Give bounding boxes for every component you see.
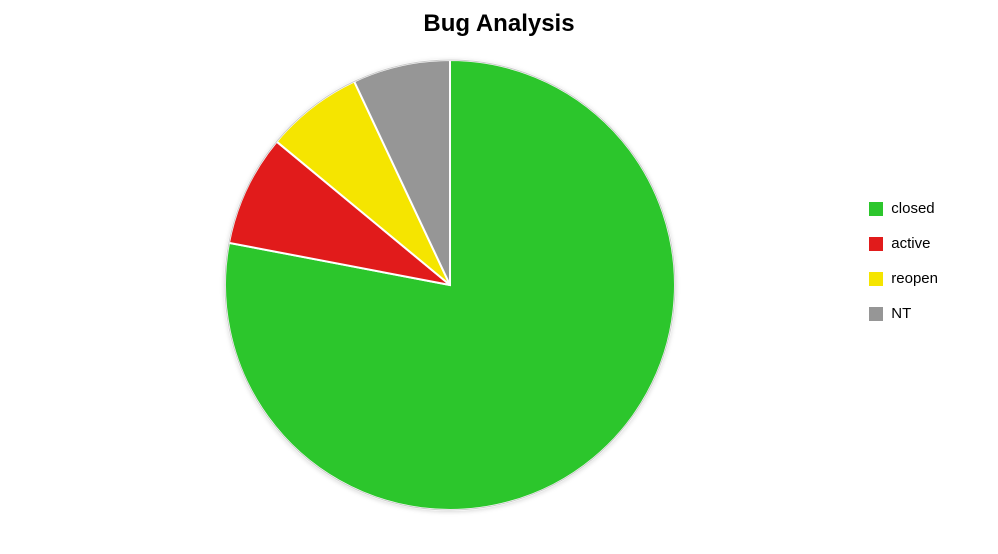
legend-swatch-nt	[869, 307, 883, 321]
legend-swatch-active	[869, 237, 883, 251]
pie-chart	[220, 55, 680, 515]
legend-swatch-reopen	[869, 272, 883, 286]
legend-label-nt: NT	[891, 305, 911, 322]
legend: closed active reopen NT	[869, 200, 938, 322]
legend-item-active: active	[869, 235, 938, 252]
chart-title: Bug Analysis	[0, 10, 998, 38]
legend-item-closed: closed	[869, 200, 938, 217]
pie-svg	[220, 55, 680, 515]
chart-container: Bug Analysis closed active reopen NT	[0, 0, 998, 554]
legend-item-nt: NT	[869, 305, 938, 322]
legend-swatch-closed	[869, 202, 883, 216]
legend-label-active: active	[891, 235, 930, 252]
legend-label-closed: closed	[891, 200, 934, 217]
legend-label-reopen: reopen	[891, 270, 938, 287]
legend-item-reopen: reopen	[869, 270, 938, 287]
